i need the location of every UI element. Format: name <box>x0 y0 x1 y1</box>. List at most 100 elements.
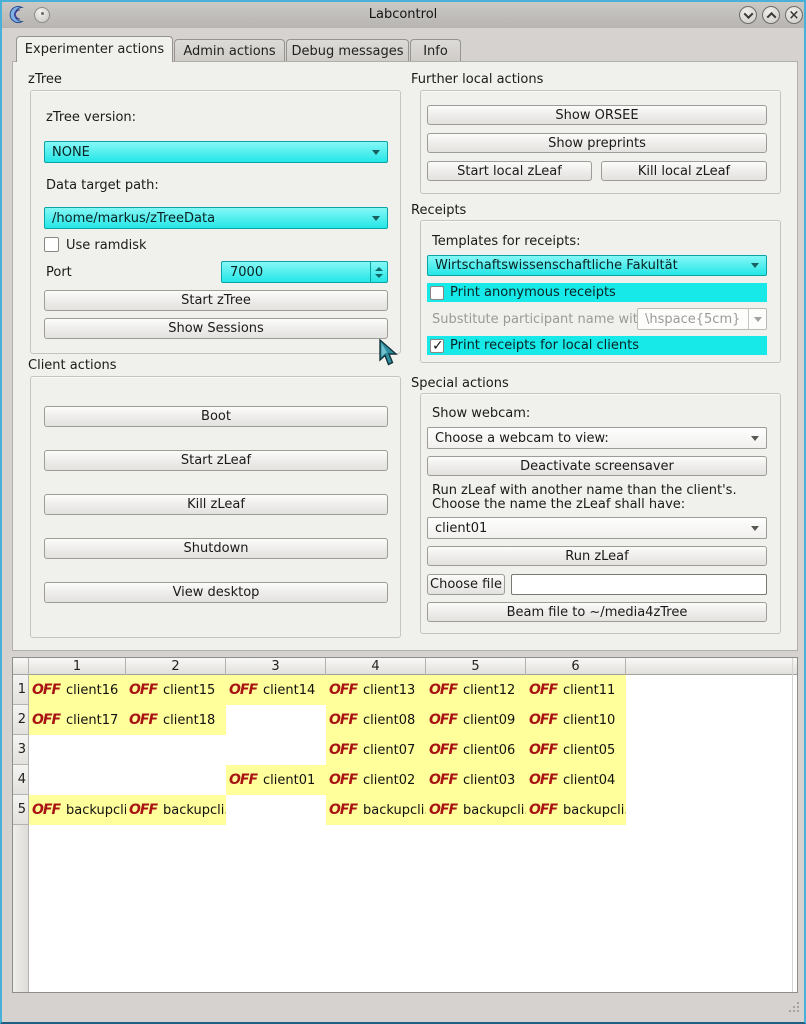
special-actions-group-title: Special actions <box>411 376 509 391</box>
resize-grip[interactable] <box>787 999 800 1018</box>
client-name: client03 <box>463 773 515 788</box>
client-cell[interactable]: OFFclient09 <box>426 705 526 735</box>
beam-file-button[interactable]: Beam file to ~/media4zTree <box>427 602 767 622</box>
row-header[interactable]: 5 <box>13 795 29 825</box>
column-header[interactable]: 2 <box>126 658 226 675</box>
view-desktop-button[interactable]: View desktop <box>44 582 388 603</box>
show-sessions-button[interactable]: Show Sessions <box>44 318 388 339</box>
column-header[interactable]: 4 <box>326 658 426 675</box>
client-cell[interactable] <box>29 765 126 795</box>
print-local-receipts-checkbox[interactable] <box>430 339 444 353</box>
row-header[interactable]: 4 <box>13 765 29 795</box>
column-header[interactable]: 6 <box>526 658 626 675</box>
chevron-down-icon <box>751 526 759 531</box>
client-cell[interactable]: OFFclient16 <box>29 675 126 705</box>
run-zleaf-button[interactable]: Run zLeaf <box>427 546 767 566</box>
kill-local-zleaf-button[interactable]: Kill local zLeaf <box>601 161 767 181</box>
zleaf-name-value: client01 <box>435 521 487 536</box>
row-header[interactable]: 3 <box>13 735 29 765</box>
client-cell[interactable]: OFFbackupcli... <box>126 795 226 825</box>
client-cell[interactable] <box>126 765 226 795</box>
webcam-combobox[interactable]: Choose a webcam to view: <box>427 427 767 449</box>
column-header[interactable]: 5 <box>426 658 526 675</box>
client-cell[interactable]: OFFclient08 <box>326 705 426 735</box>
tab-label: Experimenter actions <box>25 42 164 57</box>
client-name: client05 <box>563 743 615 758</box>
client-cell[interactable]: OFFclient11 <box>526 675 626 705</box>
client-cell[interactable]: OFFbackupcli... <box>426 795 526 825</box>
client-cell[interactable]: OFFclient17 <box>29 705 126 735</box>
kill-zleaf-button[interactable]: Kill zLeaf <box>44 494 388 515</box>
ztree-version-value: NONE <box>52 145 90 160</box>
client-cell[interactable]: OFFbackupcli... <box>326 795 426 825</box>
client-cell[interactable]: OFFclient03 <box>426 765 526 795</box>
client-cell[interactable]: OFFclient10 <box>526 705 626 735</box>
ztree-version-combobox[interactable]: NONE <box>44 141 388 163</box>
client-cell[interactable]: OFFclient07 <box>326 735 426 765</box>
client-name: client12 <box>463 683 515 698</box>
client-cell[interactable]: OFFclient18 <box>126 705 226 735</box>
start-zleaf-button[interactable]: Start zLeaf <box>44 450 388 471</box>
chevron-down-icon <box>748 309 766 329</box>
deactivate-screensaver-button[interactable]: Deactivate screensaver <box>427 456 767 476</box>
client-cell[interactable]: OFFclient04 <box>526 765 626 795</box>
zleaf-name-combobox[interactable]: client01 <box>427 517 767 539</box>
shutdown-button[interactable]: Shutdown <box>44 538 388 559</box>
status-off-icon: OFF <box>529 682 557 698</box>
choose-file-button[interactable]: Choose file <box>427 574 505 595</box>
port-spinbox[interactable]: 7000 <box>221 261 388 283</box>
tab-info[interactable]: Info <box>410 39 461 62</box>
client-cell[interactable]: OFFclient14 <box>226 675 326 705</box>
file-path-input[interactable] <box>511 574 767 595</box>
client-cell[interactable]: OFFclient13 <box>326 675 426 705</box>
maximize-button[interactable] <box>762 6 780 24</box>
client-cell[interactable]: OFFclient15 <box>126 675 226 705</box>
client-name: client08 <box>363 713 415 728</box>
start-local-zleaf-button[interactable]: Start local zLeaf <box>427 161 592 181</box>
status-off-icon: OFF <box>329 682 357 698</box>
data-target-path-combobox[interactable]: /home/markus/zTreeData <box>44 207 388 229</box>
client-cell[interactable] <box>29 735 126 765</box>
minimize-button[interactable] <box>739 6 757 24</box>
print-anonymous-checkbox[interactable] <box>430 286 444 300</box>
close-button[interactable]: × <box>785 6 803 24</box>
client-cell[interactable]: OFFclient12 <box>426 675 526 705</box>
status-off-icon: OFF <box>429 712 457 728</box>
chevron-down-icon <box>751 263 759 268</box>
client-cell[interactable]: OFFclient06 <box>426 735 526 765</box>
status-off-icon: OFF <box>529 802 557 818</box>
client-actions-group-title: Client actions <box>28 358 117 373</box>
print-local-receipts-row[interactable]: Print receipts for local clients <box>427 336 767 355</box>
status-off-icon: OFF <box>529 772 557 788</box>
boot-button[interactable]: Boot <box>44 406 388 427</box>
zleaf-name-line1: Run zLeaf with another name than the cli… <box>432 483 737 498</box>
spinner-buttons[interactable] <box>370 262 387 282</box>
client-cell[interactable] <box>226 795 326 825</box>
row-header[interactable]: 1 <box>13 675 29 705</box>
start-ztree-button[interactable]: Start zTree <box>44 290 388 311</box>
client-cell[interactable] <box>126 735 226 765</box>
column-header[interactable]: 3 <box>226 658 326 675</box>
row-header[interactable]: 2 <box>13 705 29 735</box>
client-cell[interactable] <box>226 735 326 765</box>
titlebar[interactable]: Labcontrol × <box>2 2 804 28</box>
status-off-icon: OFF <box>429 742 457 758</box>
client-cell[interactable]: OFFclient01 <box>226 765 326 795</box>
client-cell[interactable] <box>226 705 326 735</box>
client-cell[interactable]: OFFbackupcli... <box>526 795 626 825</box>
tab-debug-messages[interactable]: Debug messages <box>286 39 409 62</box>
column-header[interactable]: 1 <box>29 658 126 675</box>
webcam-value: Choose a webcam to view: <box>435 431 609 446</box>
templates-combobox[interactable]: Wirtschaftswissenschaftliche Fakultät <box>427 255 767 276</box>
client-cell[interactable]: OFFbackupcli... <box>29 795 126 825</box>
print-anonymous-row[interactable]: Print anonymous receipts <box>427 283 767 302</box>
client-cell[interactable]: OFFclient02 <box>326 765 426 795</box>
tab-experimenter-actions[interactable]: Experimenter actions <box>16 36 173 62</box>
show-orsee-button[interactable]: Show ORSEE <box>427 105 767 125</box>
use-ramdisk-checkbox[interactable] <box>44 237 59 252</box>
tab-admin-actions[interactable]: Admin actions <box>174 39 285 62</box>
show-preprints-button[interactable]: Show preprints <box>427 133 767 153</box>
data-target-path-value: /home/markus/zTreeData <box>52 211 215 226</box>
labcontrol-window: Labcontrol × Experimenter actions Admin … <box>0 0 806 1024</box>
client-cell[interactable]: OFFclient05 <box>526 735 626 765</box>
